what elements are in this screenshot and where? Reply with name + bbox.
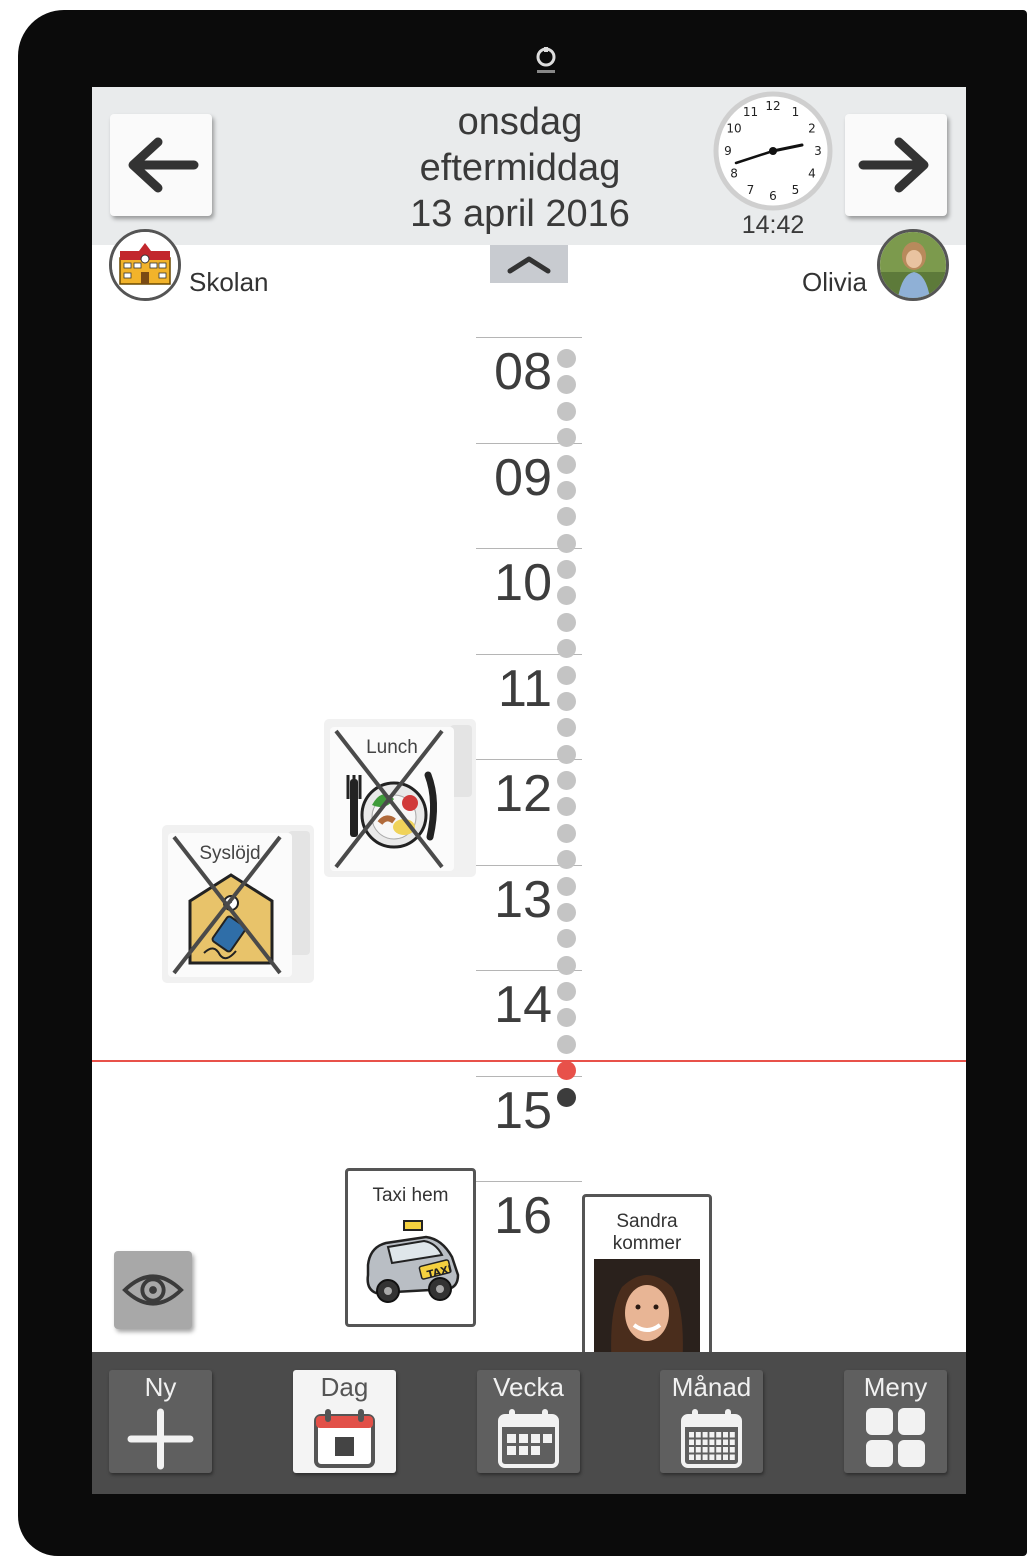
- past-time-dot: [557, 533, 576, 553]
- past-time-dot: [557, 823, 576, 843]
- future-time-dot: [557, 1087, 576, 1107]
- past-time-dot: [557, 401, 576, 421]
- plus-icon: [127, 1408, 194, 1470]
- past-time-dot: [557, 771, 576, 790]
- hour-label: 12: [494, 765, 552, 823]
- month-label: Månad: [671, 1372, 752, 1402]
- activity-taxi-title: Taxi hem: [372, 1185, 449, 1206]
- hour-label: 10: [494, 554, 552, 612]
- hour-label: 14: [494, 976, 552, 1034]
- hour-label: 16: [494, 1187, 552, 1245]
- past-time-dot: [557, 612, 576, 632]
- hour-label: 11: [498, 659, 552, 718]
- past-time-dot: [557, 876, 576, 896]
- activity-sandra-title-line1: Sandra: [616, 1211, 678, 1232]
- week-view-button[interactable]: Vecka: [477, 1370, 580, 1473]
- past-time-dot: [557, 982, 576, 1001]
- month-view-button[interactable]: Månad: [660, 1370, 763, 1473]
- past-time-dot: [557, 691, 576, 711]
- activity-sandra-title-line2: kommer: [612, 1233, 682, 1254]
- past-time-dot: [557, 955, 576, 975]
- taxi-icon: TAXI: [366, 1220, 460, 1303]
- activity-syslojd[interactable]: Syslöjd: [162, 825, 314, 983]
- past-time-dot: [557, 428, 576, 448]
- current-time-dot: [557, 1061, 576, 1081]
- calendar-month-icon: [681, 1409, 742, 1468]
- past-time-dot: [557, 639, 576, 659]
- day-timeline: 08 09 10 11 12 13 14 15 16: [92, 87, 966, 1494]
- current-time-line: [92, 1060, 966, 1062]
- camera-icon: [533, 46, 559, 73]
- new-label: Ny: [144, 1372, 177, 1402]
- past-time-dot: [557, 1034, 576, 1054]
- hour-row: 16: [476, 1181, 582, 1286]
- calendar-week-icon: [498, 1409, 559, 1468]
- activity-taxi-hem[interactable]: Taxi hem TAXI: [345, 1168, 476, 1327]
- bottom-toolbar: Ny Dag Vecka Månad Meny: [92, 1352, 966, 1494]
- day-label: Dag: [320, 1372, 369, 1402]
- past-time-dot: [557, 665, 576, 685]
- past-time-dot: [557, 902, 576, 922]
- menu-button[interactable]: Meny: [844, 1370, 947, 1473]
- completed-cross-icon: [334, 729, 444, 869]
- completed-cross-icon: [172, 835, 282, 975]
- calendar-day-icon: [314, 1409, 375, 1468]
- visibility-button[interactable]: [114, 1251, 192, 1329]
- hour-label: 08: [494, 343, 552, 401]
- past-time-dot: [557, 480, 576, 500]
- new-activity-button[interactable]: Ny: [109, 1370, 212, 1473]
- hour-label: 09: [494, 448, 552, 507]
- past-time-dot: [557, 560, 576, 579]
- activity-lunch[interactable]: Lunch: [324, 719, 476, 877]
- past-time-dot: [557, 744, 576, 764]
- hour-label: 15: [494, 1081, 552, 1140]
- grid-menu-icon: [866, 1408, 925, 1467]
- week-label: Vecka: [493, 1372, 564, 1402]
- activity-sandra-kommer[interactable]: Sandra kommer: [582, 1194, 712, 1374]
- app-screen: onsdag eftermiddag 13 april 2016 12 1 2 3 4 5…: [92, 87, 966, 1494]
- menu-label: Meny: [863, 1372, 928, 1402]
- past-time-dot: [557, 349, 576, 368]
- day-view-button[interactable]: Dag: [293, 1370, 396, 1473]
- eye-icon: [122, 1274, 184, 1306]
- past-time-dot: [557, 454, 576, 474]
- past-time-dot: [557, 850, 576, 870]
- hour-label: 13: [494, 870, 552, 929]
